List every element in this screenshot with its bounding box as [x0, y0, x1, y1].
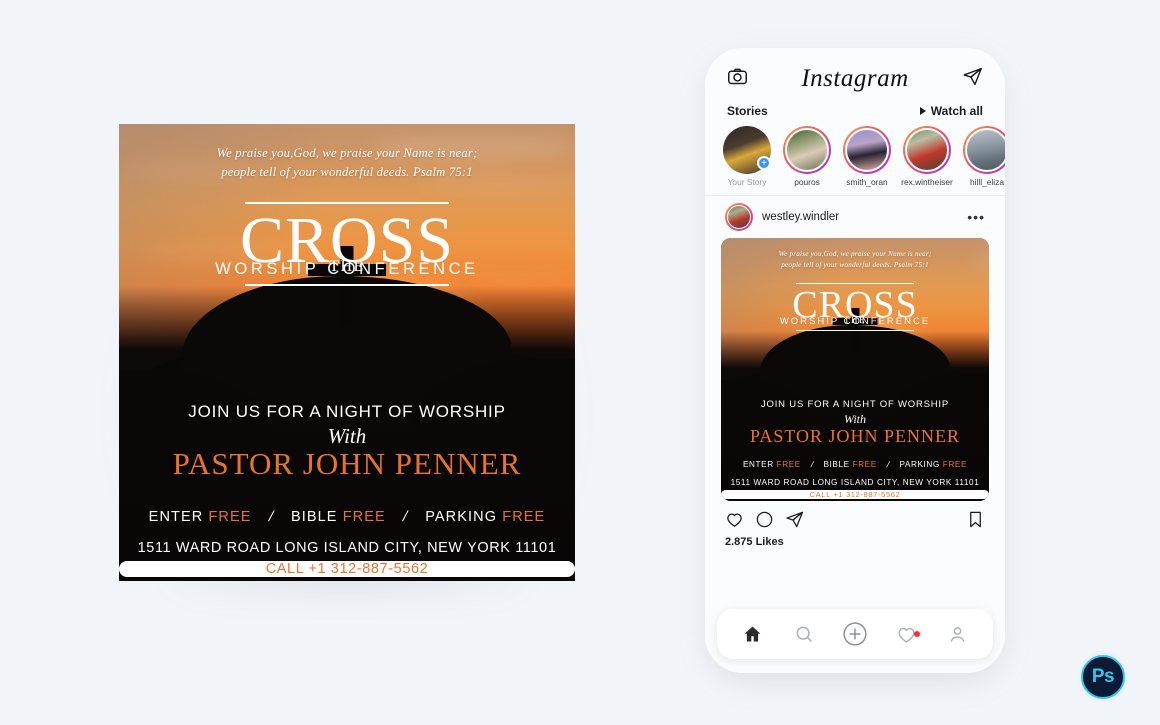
perk-value-1: FREE [342, 509, 386, 525]
perk-separator: / [266, 509, 276, 525]
post-actions [705, 501, 1005, 536]
poster-address: 1511 WARD ROAD LONG ISLAND CITY, NEW YOR… [137, 540, 557, 556]
watch-all-label: Watch all [930, 104, 983, 118]
story-item-smith-oran[interactable]: smith_oran [841, 126, 893, 187]
contact-phone: CALL +1 312-887-5562 [119, 561, 575, 577]
photoshop-icon: Ps [1081, 655, 1125, 699]
perk-label-0: ENTER [742, 460, 774, 469]
bottom-navbar [717, 609, 993, 659]
nav-search-icon[interactable] [784, 614, 824, 654]
instagram-logo: Instagram [801, 65, 909, 92]
story-name: rex.wintheiser [901, 177, 953, 187]
share-icon[interactable] [785, 510, 804, 534]
avatar [965, 128, 1005, 172]
perk-separator: / [809, 460, 815, 469]
send-icon[interactable] [962, 66, 983, 92]
post-image[interactable]: We praise you,God, we praise your Name i… [721, 238, 989, 501]
verse-line-1: We praise you,God, we praise your Name i… [216, 146, 478, 160]
play-triangle-icon [919, 107, 926, 115]
story-name: Your Story [727, 177, 767, 187]
poster-subtitle: WORSHIP CONFERENCE [779, 316, 931, 327]
story-name: smith_oran [846, 177, 888, 187]
story-name: hilll_eliza [970, 177, 1004, 187]
verse-line-2: people tell of your wonderful deeds. Psa… [781, 261, 929, 269]
divider-bottom [796, 330, 914, 331]
divider-bottom [245, 284, 449, 286]
speaker-name: PASTOR JOHN PENNER [172, 446, 522, 481]
contact-phone: CALL +1 312-887-5562 [721, 490, 989, 499]
bookmark-icon[interactable] [966, 510, 985, 534]
perk-label-0: ENTER [148, 509, 204, 525]
post-avatar[interactable] [725, 203, 753, 231]
verse-line-2: people tell of your wonderful deeds. Psa… [221, 165, 473, 179]
poster-mockup: We praise you,God, we praise your Name i… [105, 124, 589, 598]
stories-row[interactable]: + Your Story pouros smith_oran rex.winth… [705, 124, 1005, 195]
photoshop-badge: Ps [1077, 651, 1129, 703]
avatar [845, 128, 889, 172]
nav-add-post-icon[interactable] [835, 614, 875, 654]
perks-row: ENTER FREE / BIBLE FREE / PARKING FREE [721, 460, 989, 469]
stories-label: Stories [727, 104, 768, 118]
perk-value-0: FREE [208, 509, 252, 525]
nav-activity-heart-icon[interactable] [886, 614, 926, 654]
post-header: westley.windler ••• [705, 195, 1005, 238]
poster-address: 1511 WARD ROAD LONG ISLAND CITY, NEW YOR… [730, 478, 980, 487]
perk-separator: / [885, 460, 891, 469]
story-name: pouros [794, 177, 820, 187]
with-word: With [843, 412, 866, 426]
avatar [905, 128, 949, 172]
speaker-name: PASTOR JOHN PENNER [749, 426, 961, 446]
join-line: JOIN US FOR A NIGHT OF WORSHIP [761, 399, 949, 410]
avatar [785, 128, 829, 172]
notification-badge-dot [914, 631, 921, 637]
perk-value-0: FREE [776, 460, 801, 469]
like-heart-icon[interactable] [725, 510, 744, 534]
phone-mockup: Instagram Stories Watch all + Your Story… [705, 48, 1005, 680]
watch-all-button[interactable]: Watch all [919, 104, 983, 118]
nav-profile-icon[interactable] [937, 614, 977, 654]
perk-label-2: PARKING [899, 460, 940, 469]
verse-line-1: We praise you,God, we praise your Name i… [778, 250, 932, 258]
phone-frame: Instagram Stories Watch all + Your Story… [705, 48, 1005, 673]
comment-icon[interactable] [755, 510, 774, 534]
story-item-your-story[interactable]: + Your Story [721, 126, 773, 187]
bible-verse: We praise you,God, we praise your Name i… [721, 249, 989, 271]
story-item-hilll-eliza[interactable]: hilll_eliza [961, 126, 1005, 187]
instagram-header: Instagram [705, 48, 1005, 100]
perk-value-2: FREE [502, 509, 546, 525]
perk-label-1: BIBLE [823, 460, 850, 469]
join-line: JOIN US FOR A NIGHT OF WORSHIP [188, 402, 506, 421]
poster-artwork: We praise you,God, we praise your Name i… [119, 124, 575, 581]
perk-separator: / [400, 509, 411, 525]
poster-subtitle: WORSHIP CONFERENCE [215, 260, 479, 278]
stories-header: Stories Watch all [705, 100, 1005, 124]
phone-screen: Instagram Stories Watch all + Your Story… [705, 48, 1005, 673]
add-story-icon[interactable]: + [757, 156, 771, 170]
perk-label-1: BIBLE [290, 509, 338, 525]
camera-icon[interactable] [727, 66, 748, 92]
bible-verse: We praise you,God, we praise your Name i… [119, 144, 575, 182]
post-username[interactable]: westley.windler [762, 211, 958, 223]
perk-value-2: FREE [942, 460, 968, 469]
story-item-pouros[interactable]: pouros [781, 126, 833, 187]
likes-count: 2.875 Likes [725, 536, 784, 548]
nav-home-icon[interactable] [733, 614, 773, 654]
story-item-rex-wintheiser[interactable]: rex.wintheiser [901, 126, 953, 187]
poster-contact: FOR MORE INFO: CALL +1 312-887-5562 [119, 561, 575, 577]
perk-label-2: PARKING [425, 509, 498, 525]
poster-contact: FOR MORE INFO: CALL +1 312-887-5562 [721, 490, 989, 499]
post-more-options-icon[interactable]: ••• [967, 209, 985, 225]
perks-row: ENTER FREE / BIBLE FREE / PARKING FREE [119, 509, 575, 525]
perk-value-1: FREE [852, 460, 877, 469]
